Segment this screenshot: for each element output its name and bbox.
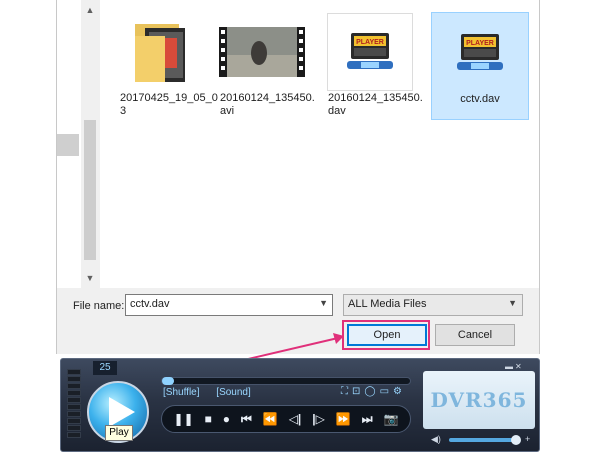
file-item-dav[interactable]: PLAYER 20160124_135450. dav — [326, 12, 423, 120]
file-name-line1: 20160124_135450. — [220, 92, 315, 104]
zoom-icon[interactable]: ⊡ — [352, 386, 364, 397]
volume-slider[interactable]: ◀) + — [423, 433, 535, 447]
nav-selected-item[interactable] — [57, 134, 79, 156]
file-name-line1: 20160124_135450. — [328, 92, 423, 104]
timer-display: 25 — [93, 361, 117, 375]
seek-knob[interactable] — [162, 377, 174, 385]
file-item-folder[interactable]: 20170425_19_05_0 3 — [118, 12, 218, 120]
stop-icon[interactable]: ■ — [205, 412, 212, 426]
file-name-line2: dav — [328, 105, 346, 117]
record-icon[interactable]: ● — [223, 412, 230, 426]
player-file-icon: PLAYER — [457, 34, 503, 70]
scroll-down-icon[interactable]: ▼ — [81, 270, 99, 286]
dvr365-player: 25 Play [Shuffle] [Sound] ⛶⊡◯▭⚙ ❚❚ ■ ● ⏮… — [60, 358, 540, 452]
volume-knob[interactable] — [511, 435, 521, 445]
file-name-value: cctv.dav — [130, 298, 170, 310]
file-name-label: File name: — [73, 300, 125, 312]
window-controls: ▬✕ — [505, 362, 524, 371]
mode-labels: [Shuffle] [Sound] — [163, 387, 265, 398]
transport-controls: ❚❚ ■ ● ⏮ ⏪ ◁| |▷ ⏩ ⏭ 📷 — [161, 405, 411, 433]
scroll-up-icon[interactable]: ▲ — [81, 2, 99, 18]
volume-plus-icon[interactable]: + — [525, 434, 530, 444]
rewind-icon[interactable]: ⏪ — [263, 412, 278, 426]
minimize-icon[interactable]: ▬ — [505, 362, 515, 371]
play-tooltip: Play — [105, 425, 133, 441]
folder-icon — [135, 24, 185, 82]
file-open-dialog: ▲ ▼ 20170425_19_05_0 3 20160124_135450. … — [56, 0, 540, 354]
level-meter — [67, 369, 81, 445]
file-name-line1: 20170425_19_05_0 — [120, 92, 218, 104]
file-type-select[interactable]: ALL Media Files ▼ — [343, 294, 523, 316]
player-file-icon: PLAYER — [347, 33, 393, 69]
file-name-input[interactable]: cctv.dav ▼ — [125, 294, 333, 316]
mini-toolbar: ⛶⊡◯▭⚙ — [341, 386, 406, 397]
dialog-footer: File name: cctv.dav ▼ ALL Media Files ▼ … — [57, 288, 539, 354]
file-name-line2: avi — [220, 105, 235, 117]
chevron-down-icon[interactable]: ▼ — [319, 298, 328, 308]
sound-toggle[interactable]: [Sound] — [216, 387, 250, 398]
volume-track[interactable] — [449, 438, 517, 442]
open-button[interactable]: Open — [347, 324, 427, 346]
fullscreen-icon[interactable]: ⛶ — [341, 386, 352, 397]
brand-logo: DVR365 — [423, 371, 535, 429]
nav-scrollbar[interactable]: ▲ ▼ — [81, 0, 99, 288]
seek-bar[interactable] — [161, 377, 411, 385]
shuffle-toggle[interactable]: [Shuffle] — [163, 387, 200, 398]
navigation-pane: ▲ ▼ — [57, 0, 99, 288]
file-name-line2: 3 — [120, 105, 127, 117]
snapshot-icon[interactable]: 📷 — [384, 412, 399, 426]
playlist-icon[interactable]: ▭ — [380, 386, 393, 397]
step-forward-icon[interactable]: |▷ — [312, 412, 325, 426]
settings-icon[interactable]: ⚙ — [393, 386, 406, 397]
file-type-value: ALL Media Files — [348, 298, 427, 310]
loop-icon[interactable]: ◯ — [364, 386, 379, 397]
video-thumbnail-icon — [219, 27, 305, 77]
file-item-avi[interactable]: 20160124_135450. avi — [218, 12, 315, 120]
close-icon[interactable]: ✕ — [515, 362, 524, 371]
pause-icon[interactable]: ❚❚ — [173, 412, 193, 426]
player-badge-text: PLAYER — [466, 40, 494, 47]
file-list: 20170425_19_05_0 3 20160124_135450. avi … — [100, 0, 539, 288]
file-name-line1: cctv.dav — [460, 93, 500, 105]
next-icon[interactable]: ⏭ — [362, 412, 373, 427]
cancel-button[interactable]: Cancel — [435, 324, 515, 346]
chevron-down-icon[interactable]: ▼ — [508, 298, 517, 308]
player-badge-text: PLAYER — [356, 39, 384, 46]
fast-forward-icon[interactable]: ⏩ — [336, 412, 351, 426]
file-item-cctv-selected[interactable]: PLAYER cctv.dav — [431, 12, 529, 120]
thumbnail-frame: PLAYER — [327, 13, 413, 91]
speaker-icon: ◀) — [431, 434, 441, 444]
previous-icon[interactable]: ⏮ — [241, 412, 252, 427]
play-icon — [109, 397, 135, 427]
scroll-thumb[interactable] — [84, 120, 96, 260]
step-back-icon[interactable]: ◁| — [289, 412, 302, 426]
